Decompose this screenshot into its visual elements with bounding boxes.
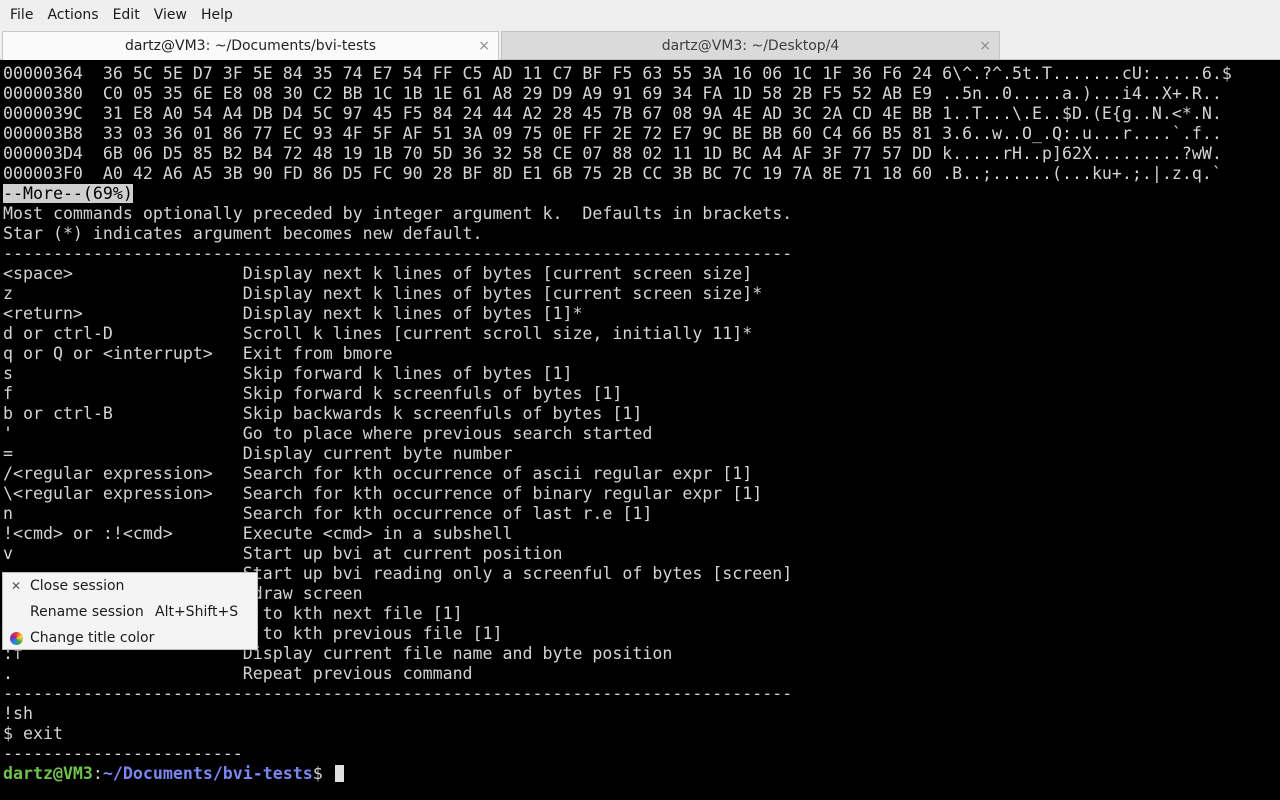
terminal-line: 000003F0 A0 42 A6 A5 3B 90 FD 86 D5 FC 9…: [3, 164, 1222, 183]
menu-item-label: Change title color: [30, 630, 155, 646]
text-cursor: [334, 765, 344, 782]
close-session-menu-item[interactable]: ✕ Close session: [3, 573, 257, 599]
terminal-line: <space> Display next k lines of bytes [c…: [3, 264, 753, 283]
terminal-line: d or ctrl-D Scroll k lines [current scro…: [3, 324, 753, 343]
menu-item-label: Rename session: [30, 604, 144, 620]
terminal-line: q or Q or <interrupt> Exit from bmore: [3, 344, 393, 363]
tab-bvi-tests[interactable]: dartz@VM3: ~/Documents/bvi-tests ×: [2, 31, 499, 60]
terminal-line: ----------------------------------------…: [3, 244, 793, 263]
menu-file[interactable]: File: [3, 0, 40, 30]
terminal-line: ----------------------------------------…: [3, 684, 793, 703]
terminal-line: 00000364 36 5C 5E D7 3F 5E 84 35 74 E7 5…: [3, 64, 1232, 83]
terminal-line: ' Go to place where previous search star…: [3, 424, 653, 443]
terminal-line: . Repeat previous command: [3, 664, 473, 683]
tab-bar: dartz@VM3: ~/Documents/bvi-tests × dartz…: [0, 30, 1280, 60]
color-wheel-icon: [9, 631, 23, 645]
terminal-line: /<regular expression> Search for kth occ…: [3, 464, 753, 483]
terminal-line: = Display current byte number: [3, 444, 513, 463]
shell-prompt: dartz@VM3:~/Documents/bvi-tests$: [3, 764, 344, 784]
change-title-color-menu-item[interactable]: Change title color: [3, 625, 257, 651]
menu-bar: File Actions Edit View Help: [0, 0, 1280, 30]
terminal-line: \<regular expression> Search for kth occ…: [3, 484, 763, 503]
terminal-line: 0000039C 31 E8 A0 54 A4 DB D4 5C 97 45 F…: [3, 104, 1222, 123]
close-icon[interactable]: ×: [979, 38, 991, 54]
terminal-line: 000003D4 6B 06 D5 85 B2 B4 72 48 19 1B 7…: [3, 144, 1222, 163]
terminal-area[interactable]: 00000364 36 5C 5E D7 3F 5E 84 35 74 E7 5…: [0, 64, 1280, 800]
terminal-line: v Start up bvi at current position: [3, 544, 563, 563]
terminal-line: f Skip forward k screenfuls of bytes [1]: [3, 384, 623, 403]
terminal-line: !<cmd> or :!<cmd> Execute <cmd> in a sub…: [3, 524, 513, 543]
tab-title: dartz@VM3: ~/Desktop/4: [661, 37, 840, 54]
more-prompt-line: --More--(69%): [3, 184, 133, 204]
terminal-line: Star (*) indicates argument becomes new …: [3, 224, 483, 243]
terminal-line: ------------------------: [3, 744, 243, 763]
tab-desktop-4[interactable]: dartz@VM3: ~/Desktop/4 ×: [501, 31, 1000, 60]
menu-item-label: Close session: [30, 578, 125, 594]
terminal-line: 000003B8 33 03 36 01 86 77 EC 93 4F 5F A…: [3, 124, 1222, 143]
prompt-symbol: $: [312, 764, 333, 783]
prompt-user: dartz@VM3: [3, 764, 93, 783]
terminal-line: !sh: [3, 704, 33, 723]
terminal-scrollbar[interactable]: [1274, 64, 1280, 800]
terminal-line: s Skip forward k lines of bytes [1]: [3, 364, 573, 383]
more-prompt: --More--(69%): [3, 184, 133, 203]
close-icon: ✕: [10, 579, 22, 593]
prompt-path: ~/Documents/bvi-tests: [102, 764, 313, 783]
menu-actions[interactable]: Actions: [40, 0, 105, 30]
terminal-line: <return> Display next k lines of bytes […: [3, 304, 583, 323]
menu-help[interactable]: Help: [194, 0, 240, 30]
close-icon[interactable]: ×: [478, 38, 490, 54]
terminal-line: n Search for kth occurrence of last r.e …: [3, 504, 653, 523]
terminal-line: 00000380 C0 05 35 6E E8 08 30 C2 BB 1C 1…: [3, 84, 1222, 103]
menu-view[interactable]: View: [147, 0, 194, 30]
terminal-line: Most commands optionally preceded by int…: [3, 204, 793, 223]
menu-edit[interactable]: Edit: [106, 0, 147, 30]
terminal-line: $ exit: [3, 724, 63, 743]
context-menu: ✕ Close session Rename session Alt+Shift…: [2, 572, 258, 650]
rename-session-menu-item[interactable]: Rename session Alt+Shift+S: [3, 599, 257, 625]
menu-item-shortcut: Alt+Shift+S: [155, 604, 239, 620]
prompt-colon: :: [92, 764, 103, 783]
terminal-line: z Display next k lines of bytes [current…: [3, 284, 763, 303]
tab-title: dartz@VM3: ~/Documents/bvi-tests: [124, 38, 377, 54]
terminal-line: b or ctrl-B Skip backwards k screenfuls …: [3, 404, 643, 423]
